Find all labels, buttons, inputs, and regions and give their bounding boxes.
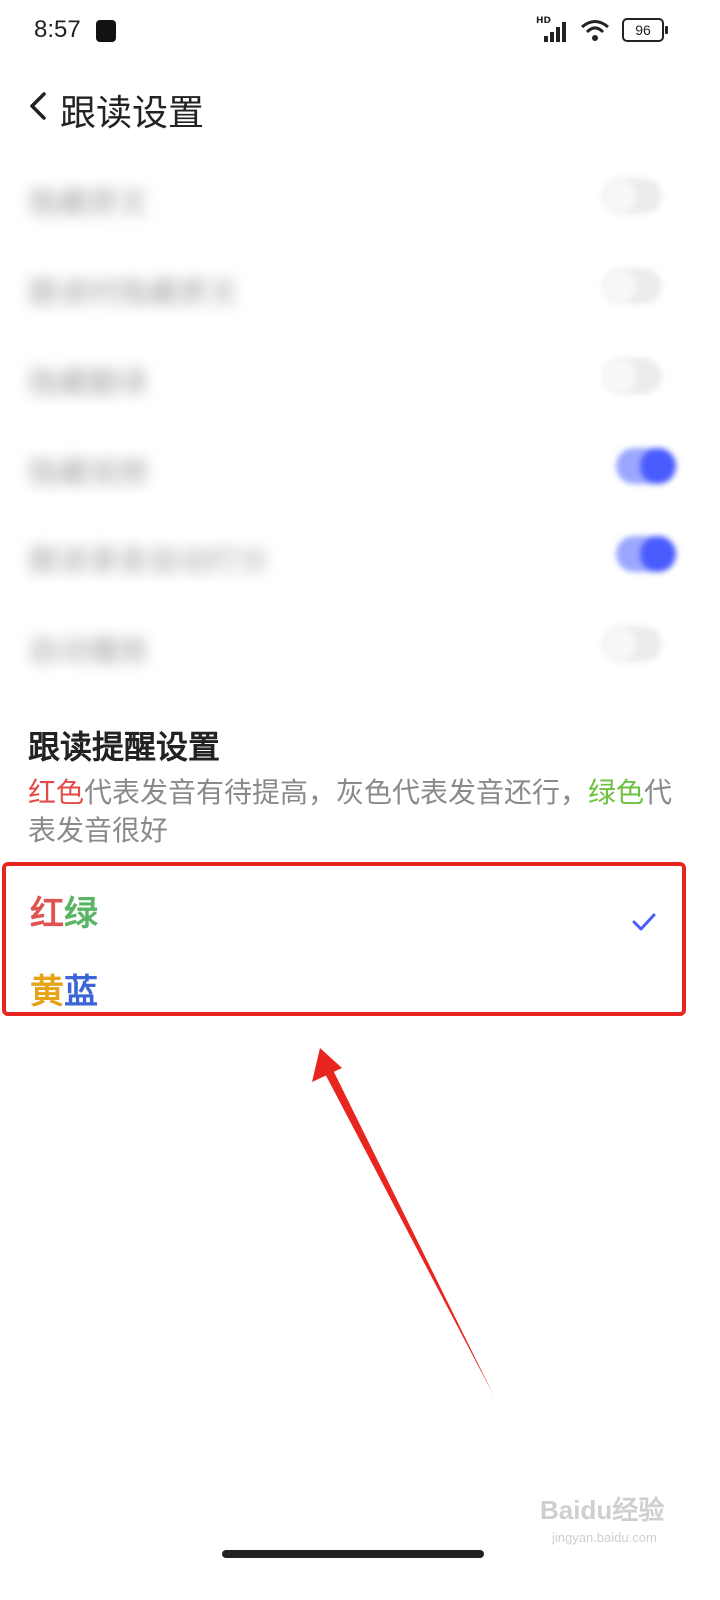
signal-icon: HD <box>536 16 568 42</box>
header: 跟读设置 <box>0 72 720 142</box>
desc-red-word: 红色 <box>28 776 85 809</box>
option-part-red: 红 <box>30 894 64 934</box>
setting-row[interactable]: 隐藏翻译 <box>0 336 720 426</box>
setting-label: 跟读时隐藏原文 <box>28 276 238 311</box>
toggle-switch[interactable] <box>616 536 676 572</box>
section-title: 跟读提醒设置 <box>28 728 221 766</box>
color-option-red-green[interactable]: 红绿 <box>30 886 670 946</box>
option-part-yellow: 黄 <box>30 972 64 1012</box>
watermark-brand: Baidu经验 <box>540 1495 665 1525</box>
color-option-yellow-blue[interactable]: 黄蓝 <box>30 964 670 1024</box>
check-icon <box>632 913 656 931</box>
setting-label: 自动播放 <box>28 634 148 669</box>
section-description: 红色代表发音有待提高，灰色代表发音还行，绿色代表发音很好 <box>28 774 678 850</box>
option-part-blue: 蓝 <box>64 972 98 1012</box>
battery-icon: 96 <box>622 18 668 42</box>
toggle-switch[interactable] <box>602 626 662 662</box>
home-indicator[interactable] <box>222 1550 484 1558</box>
desc-green-word: 绿色 <box>588 776 645 809</box>
option-part-green: 绿 <box>64 894 98 934</box>
toggle-knob <box>604 180 636 212</box>
setting-label: 隐藏视频 <box>28 456 148 491</box>
watermark-domain: jingyan.baidu.com <box>552 1530 657 1545</box>
highlight-box: 红绿 黄蓝 <box>2 862 686 1016</box>
network-label: HD <box>536 16 552 26</box>
status-icons: HD 96 <box>536 16 668 42</box>
setting-row[interactable]: 自动播放 <box>0 604 720 694</box>
wifi-icon <box>581 20 609 41</box>
toggle-switch[interactable] <box>602 358 662 394</box>
toggle-knob <box>604 628 636 660</box>
toggle-switch[interactable] <box>616 448 676 484</box>
setting-row[interactable]: 隐藏原文 <box>0 156 720 246</box>
setting-row[interactable]: 隐藏视频 <box>0 426 720 516</box>
toggle-knob <box>640 448 676 484</box>
toggle-knob <box>604 360 636 392</box>
desc-middle-text: 代表发音有待提高，灰色代表发音还行， <box>84 776 589 809</box>
status-bar: 8:57 HD 96 <box>0 0 720 64</box>
setting-row[interactable]: 跟读录音自动打分 <box>0 514 720 604</box>
toggle-knob <box>604 270 636 302</box>
back-icon[interactable] <box>26 90 54 122</box>
status-time: 8:57 <box>34 16 81 43</box>
page-title: 跟读设置 <box>60 93 205 134</box>
tiktok-icon <box>96 20 116 42</box>
toggle-switch[interactable] <box>602 178 662 214</box>
setting-label: 跟读录音自动打分 <box>28 544 268 579</box>
setting-label: 隐藏翻译 <box>28 366 148 401</box>
toggle-switch[interactable] <box>602 268 662 304</box>
setting-row[interactable]: 跟读时隐藏原文 <box>0 246 720 336</box>
setting-label: 隐藏原文 <box>28 186 148 221</box>
toggle-knob <box>640 536 676 572</box>
